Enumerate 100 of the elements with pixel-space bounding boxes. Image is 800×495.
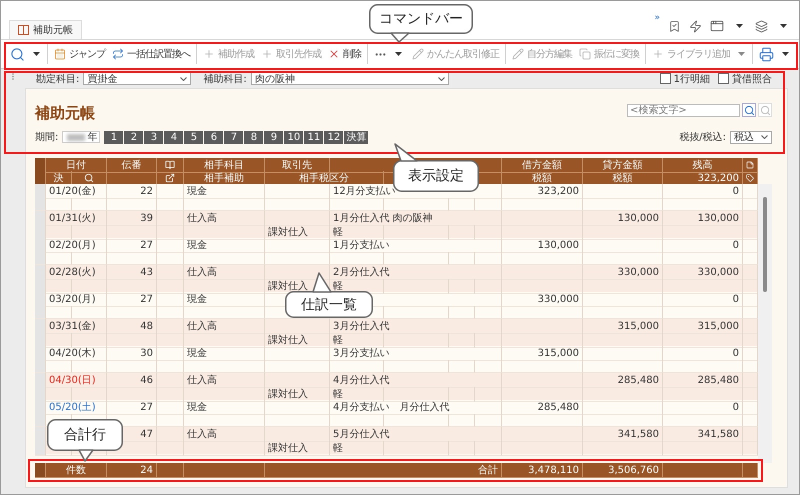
column-header: 伝番 xyxy=(107,158,157,173)
table-cell: 315,000 xyxy=(583,319,663,334)
checkbox-label: 1行明細 xyxy=(674,72,710,86)
ledger-tab[interactable]: 補助元帳 xyxy=(9,20,82,39)
checkbox[interactable] xyxy=(660,73,671,84)
tag-icon[interactable] xyxy=(746,173,754,183)
table-cell: 27 xyxy=(107,238,157,253)
table-cell: 130,000 xyxy=(502,238,583,253)
table-cell: 24 xyxy=(107,463,157,478)
caret-icon[interactable] xyxy=(395,52,402,56)
table-cell: 130,000 xyxy=(663,211,743,226)
table-cell xyxy=(157,373,184,388)
month-button[interactable]: 決算 xyxy=(344,130,368,144)
table-cell: 315,000 xyxy=(663,319,743,334)
table-cell: 0 xyxy=(663,346,743,361)
jump-button[interactable]: ジャンプ xyxy=(51,43,108,65)
table-cell xyxy=(743,463,758,478)
bookmark-icon[interactable] xyxy=(668,20,681,32)
table-row[interactable]: 01/31(火) 39 仕入高 1月分仕入代 肉の阪神 130,000 130,000 課対仕入 軽 xyxy=(35,211,758,238)
book-icon[interactable] xyxy=(165,160,175,170)
bulk-replace-button[interactable]: 一括仕訳置換へ xyxy=(109,43,193,65)
table-cell: 仕入高 xyxy=(184,427,265,442)
search-button[interactable] xyxy=(742,103,756,117)
month-button[interactable]: 2 xyxy=(124,130,144,144)
table-cell: 現金 xyxy=(184,346,265,361)
caret-icon[interactable] xyxy=(33,52,40,56)
note-icon[interactable] xyxy=(746,160,754,170)
month-button[interactable]: 12 xyxy=(324,130,344,144)
table-cell: 39 xyxy=(107,211,157,226)
table-cell: 0 xyxy=(663,292,743,307)
ledger-icon xyxy=(18,25,29,35)
table-cell: 件数 xyxy=(46,463,107,478)
table-cell: 341,580 xyxy=(663,427,743,442)
year-field[interactable]: 年 xyxy=(62,131,100,143)
caret-icon[interactable] xyxy=(782,52,789,56)
scrollbar[interactable] xyxy=(758,184,772,463)
table-cell xyxy=(265,184,330,199)
table-cell: 43 xyxy=(107,265,157,280)
arrows-icon xyxy=(112,48,124,60)
plus-icon xyxy=(203,48,215,60)
table-row[interactable]: 03/31(金) 48 仕入高 3月分仕入代 315,000 315,000 課対仕入 軽 xyxy=(35,319,758,346)
table-cell: 現金 xyxy=(184,292,265,307)
table-cell: 5月分仕入代 xyxy=(330,427,502,442)
delete-button[interactable]: 削除 xyxy=(325,43,364,65)
table-cell xyxy=(265,400,330,415)
month-button[interactable]: 5 xyxy=(184,130,204,144)
checkbox[interactable] xyxy=(718,73,729,84)
table-cell: 3,506,760 xyxy=(583,463,663,478)
row-header[interactable] xyxy=(35,463,46,478)
table-cell: 4月分支払い 月分仕入代 xyxy=(330,400,502,415)
external-link-icon[interactable] xyxy=(165,173,175,183)
windows-icon[interactable] xyxy=(755,20,768,32)
table-cell xyxy=(265,319,330,334)
table-cell: 04/20(木) xyxy=(46,346,107,361)
checkbox-label: 貸借照合 xyxy=(732,72,772,86)
table-cell: 0 xyxy=(663,238,743,253)
period-label: 期間: xyxy=(35,130,58,144)
month-button[interactable]: 1 xyxy=(104,130,124,144)
callout: 表示設定 xyxy=(393,144,479,192)
month-button[interactable]: 9 xyxy=(264,130,284,144)
table-cell xyxy=(157,265,184,280)
table-cell xyxy=(157,440,184,456)
x-icon xyxy=(328,48,340,60)
table-cell: 1月分支払い xyxy=(330,238,502,253)
month-button[interactable]: 3 xyxy=(144,130,164,144)
table-cell: 03/31(金) xyxy=(46,319,107,334)
window-icon[interactable] xyxy=(710,19,724,33)
table-cell xyxy=(157,238,184,253)
pencil-icon xyxy=(512,48,524,60)
table-cell: 02/28(火) xyxy=(46,265,107,280)
table-cell: 現金 xyxy=(184,184,265,199)
search-icon[interactable] xyxy=(84,173,94,183)
table-row[interactable]: 02/28(火) 43 仕入高 2月分仕入代 330,000 330,000 課対仕入 軽 xyxy=(35,265,758,292)
caret-icon[interactable] xyxy=(736,24,743,28)
table-cell: 323,200 xyxy=(502,184,583,199)
overflow-button[interactable]: » xyxy=(654,13,660,23)
sub-account-select[interactable]: 肉の阪神 xyxy=(250,72,449,85)
table-cell xyxy=(265,373,330,388)
tax-mode-label: 税抜/税込: xyxy=(679,130,726,144)
month-button[interactable]: 7 xyxy=(224,130,244,144)
month-button[interactable]: 6 xyxy=(204,130,224,144)
table-cell xyxy=(265,211,330,226)
month-button[interactable]: 4 xyxy=(164,130,184,144)
table-cell xyxy=(157,400,184,415)
table-cell: 03/20(月) xyxy=(46,292,107,307)
month-button[interactable]: 10 xyxy=(284,130,304,144)
caret-icon[interactable] xyxy=(780,24,787,28)
table-cell: 合計 xyxy=(265,463,502,478)
table-cell: 285,480 xyxy=(583,373,663,388)
month-button[interactable]: 8 xyxy=(244,130,264,144)
column-header: 取引先 xyxy=(265,158,330,173)
tax-mode-select[interactable]: 税込 xyxy=(730,130,772,144)
column-header: 借方金額 xyxy=(502,158,583,173)
lightning-icon[interactable] xyxy=(689,20,702,32)
pencil-icon xyxy=(412,48,424,60)
month-button[interactable]: 11 xyxy=(304,130,324,144)
field-label: 勘定科目: xyxy=(36,72,80,86)
account-select[interactable]: 買掛金 xyxy=(83,72,192,85)
table-row[interactable]: 04/30(日) 46 仕入高 4月分仕入代 285,480 285,480 課対仕入 軽 xyxy=(35,373,758,400)
column-header: 貸方金額 xyxy=(583,158,663,173)
